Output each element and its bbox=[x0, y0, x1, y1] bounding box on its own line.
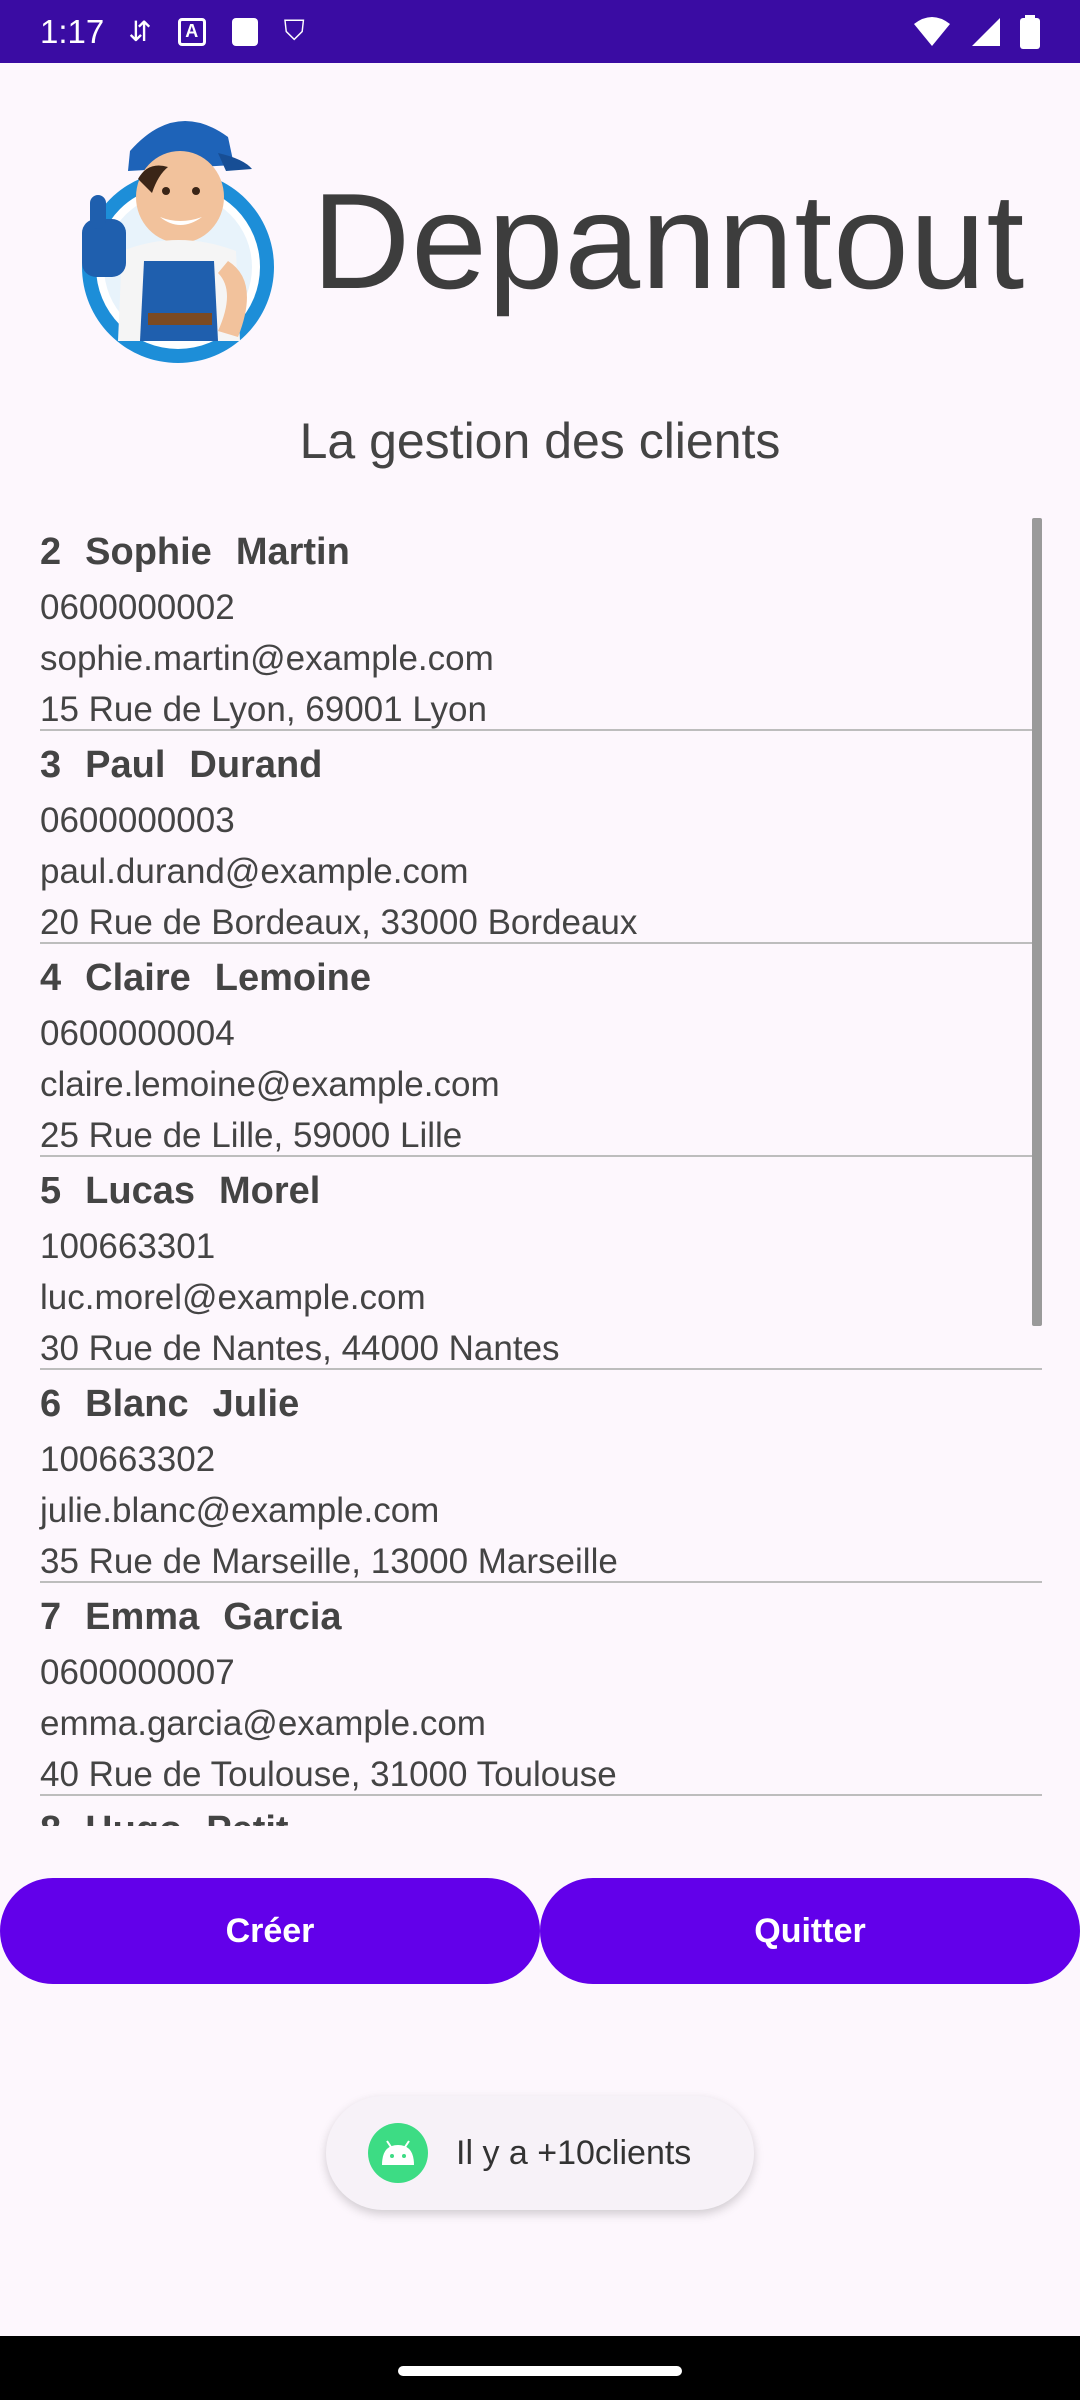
client-phone: 100663301 bbox=[40, 1227, 216, 1266]
client-id: 5 bbox=[40, 1170, 62, 1212]
client-row[interactable]: 2 Sophie Martin 0600000002 sophie.martin@e… bbox=[40, 518, 1042, 731]
client-row[interactable]: 4 Claire Lemoine 0600000004 claire.lemoine… bbox=[40, 944, 1042, 1157]
client-last-name: Garcia bbox=[223, 1596, 342, 1638]
client-last-name: Morel bbox=[218, 1170, 321, 1212]
client-header: 3 Paul Durand bbox=[40, 735, 1042, 795]
app-title: Depanntout bbox=[312, 165, 1026, 317]
client-address: 25 Rue de Lille, 59000 Lille bbox=[40, 1116, 463, 1155]
sd-card-icon bbox=[231, 17, 258, 46]
list-scrollbar[interactable] bbox=[1032, 518, 1042, 1326]
client-last-name: Lemoine bbox=[214, 957, 372, 999]
client-address: 30 Rue de Nantes, 44000 Nantes bbox=[40, 1329, 560, 1368]
client-email: luc.morel@example.com bbox=[40, 1278, 426, 1317]
client-id: 2 bbox=[40, 531, 62, 573]
client-header: 8 Hugo Petit bbox=[40, 1800, 1042, 1826]
mechanic-logo-icon bbox=[82, 120, 274, 363]
wifi-icon bbox=[914, 16, 950, 46]
client-email: paul.durand@example.com bbox=[40, 852, 469, 891]
header: Depanntout bbox=[0, 63, 1080, 383]
page-subtitle: La gestion des clients bbox=[299, 413, 781, 469]
client-phone: 0600000003 bbox=[40, 801, 235, 840]
home-gesture-handle[interactable] bbox=[398, 2366, 682, 2376]
client-header: 4 Claire Lemoine bbox=[40, 948, 1042, 1008]
client-first-name: Sophie bbox=[85, 531, 212, 573]
android-icon bbox=[368, 2123, 428, 2183]
client-phone: 0600000004 bbox=[40, 1014, 235, 1053]
client-header: 2 Sophie Martin bbox=[40, 522, 1042, 582]
client-first-name: Claire bbox=[85, 957, 191, 999]
client-address: 40 Rue de Toulouse, 31000 Toulouse bbox=[40, 1755, 617, 1794]
toast-message: Il y a +10clients bbox=[326, 2096, 754, 2210]
signal-icon bbox=[972, 17, 1000, 46]
client-id: 7 bbox=[40, 1596, 62, 1638]
client-address: 35 Rue de Marseille, 13000 Marseille bbox=[40, 1542, 618, 1581]
toast-text: Il y a +10clients bbox=[456, 2133, 692, 2172]
client-first-name: Lucas bbox=[85, 1170, 195, 1212]
client-phone: 0600000002 bbox=[40, 588, 235, 627]
client-first-name: Blanc bbox=[85, 1383, 189, 1425]
status-bar: 1:17 ⇵ A ⛉ bbox=[0, 0, 1080, 63]
download-arrows-icon: ⇵ bbox=[128, 16, 152, 47]
client-header: 7 Emma Garcia bbox=[40, 1587, 1042, 1647]
client-row[interactable]: 6 Blanc Julie 100663302 julie.blanc@exampl… bbox=[40, 1370, 1042, 1583]
client-id: 8 bbox=[40, 1809, 61, 1826]
client-row[interactable]: 5 Lucas Morel 100663301 luc.morel@example.… bbox=[40, 1157, 1042, 1370]
client-email: sophie.martin@example.com bbox=[40, 639, 494, 678]
battery-icon bbox=[1020, 14, 1040, 49]
client-last-name: Julie bbox=[212, 1383, 300, 1425]
client-row[interactable]: 7 Emma Garcia 0600000007 emma.garcia@examp… bbox=[40, 1583, 1042, 1796]
client-row[interactable]: 8 Hugo Petit bbox=[40, 1796, 1042, 1826]
client-id: 3 bbox=[40, 744, 62, 786]
client-header: 5 Lucas Morel bbox=[40, 1161, 1042, 1221]
client-id: 6 bbox=[40, 1383, 62, 1425]
quit-button[interactable]: Quitter bbox=[540, 1878, 1080, 1984]
client-address: 20 Rue de Bordeaux, 33000 Bordeaux bbox=[40, 903, 638, 942]
client-email: julie.blanc@example.com bbox=[40, 1491, 440, 1530]
status-time: 1:17 bbox=[40, 12, 105, 50]
client-email: emma.garcia@example.com bbox=[40, 1704, 486, 1743]
client-email: claire.lemoine@example.com bbox=[40, 1065, 500, 1104]
client-first-name: Paul bbox=[85, 744, 166, 786]
client-last-name: Petit bbox=[206, 1809, 288, 1826]
keyboard-a-icon: A bbox=[177, 17, 206, 46]
client-first-name: Hugo bbox=[85, 1809, 182, 1826]
client-first-name: Emma bbox=[85, 1596, 200, 1638]
client-list[interactable]: 2 Sophie Martin 0600000002 sophie.martin@e… bbox=[0, 518, 1080, 1828]
client-phone: 100663302 bbox=[40, 1440, 216, 1479]
client-last-name: Martin bbox=[235, 531, 350, 573]
create-button[interactable]: Créer bbox=[0, 1878, 540, 1984]
client-address: 15 Rue de Lyon, 69001 Lyon bbox=[40, 690, 487, 729]
client-row[interactable]: 3 Paul Durand 0600000003 paul.durand@examp… bbox=[40, 731, 1042, 944]
client-id: 4 bbox=[40, 957, 62, 999]
client-last-name: Durand bbox=[189, 744, 323, 786]
client-phone: 0600000007 bbox=[40, 1653, 235, 1692]
shield-icon: ⛉ bbox=[283, 15, 305, 46]
client-header: 6 Blanc Julie bbox=[40, 1374, 1042, 1434]
